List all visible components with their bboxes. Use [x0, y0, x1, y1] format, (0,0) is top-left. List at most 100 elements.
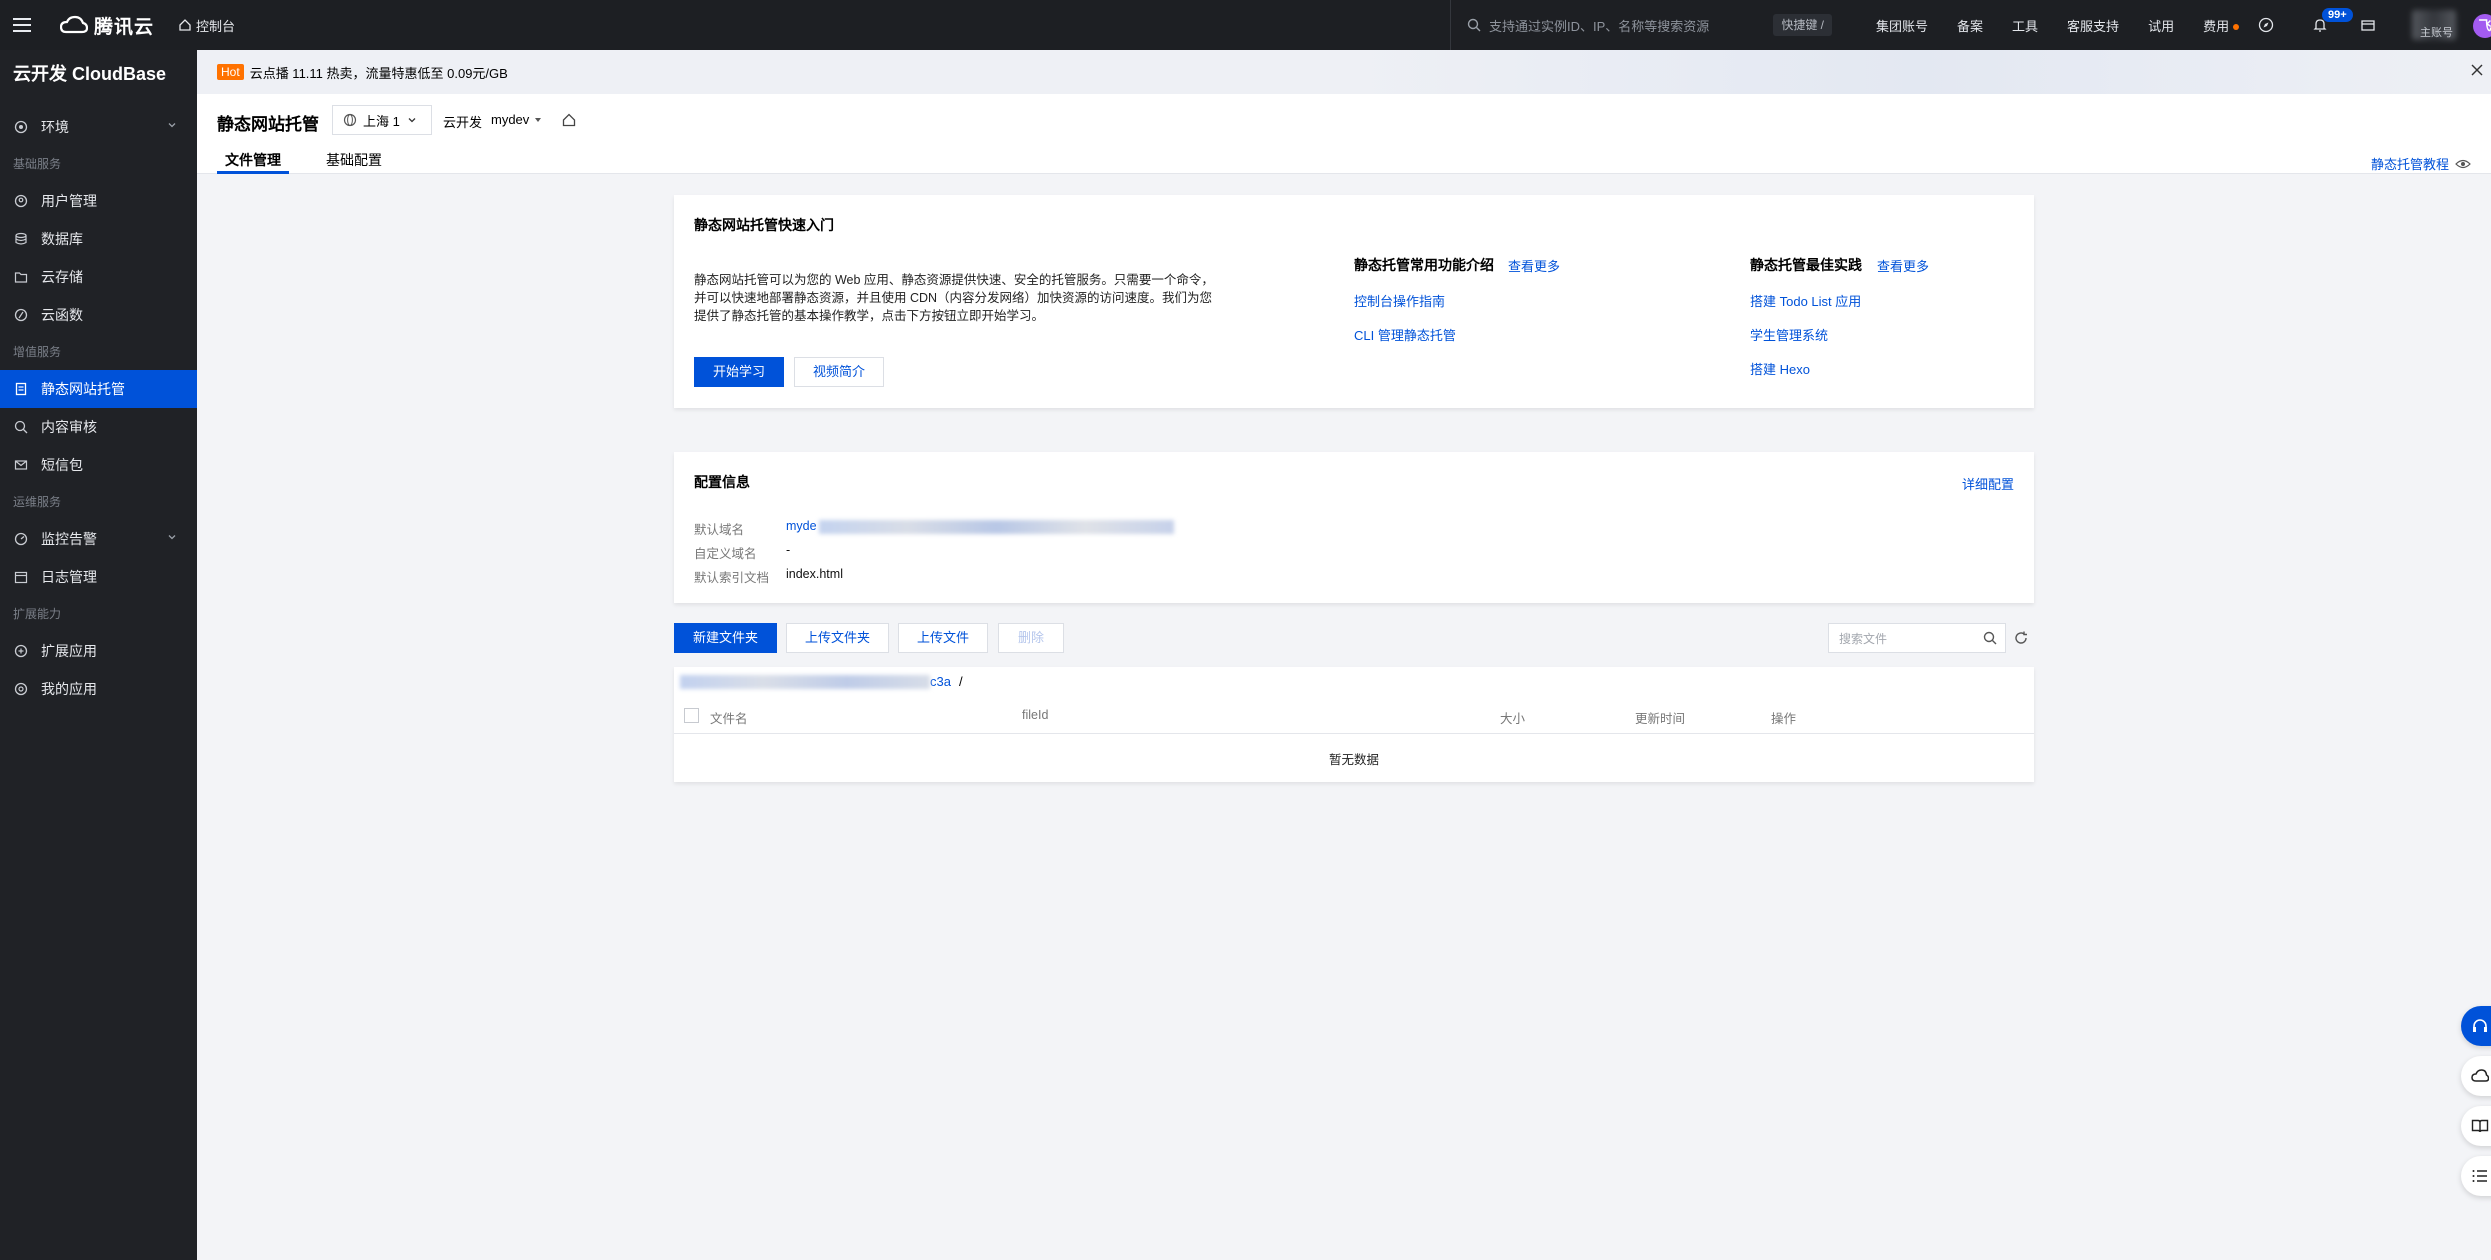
globe-icon: [343, 113, 357, 127]
cloud-icon: [2471, 1069, 2489, 1082]
select-all-checkbox[interactable]: [684, 708, 699, 723]
sidebar-item-users[interactable]: 用户管理: [0, 182, 197, 220]
index-doc-value: index.html: [786, 567, 843, 581]
path-separator: /: [958, 674, 963, 689]
float-docs-button[interactable]: [2461, 1106, 2491, 1146]
bucket-path-tail[interactable]: c3a: [930, 674, 951, 689]
features-more-link[interactable]: 查看更多: [1508, 256, 1560, 275]
float-support-button[interactable]: [2461, 1006, 2491, 1046]
sidebar-item-my-apps[interactable]: 我的应用: [0, 670, 197, 708]
hosting-tutorial-link[interactable]: 静态托管教程: [2371, 154, 2471, 173]
sidebar-item-audit[interactable]: 内容审核: [0, 408, 197, 446]
hot-badge: Hot: [217, 64, 244, 80]
mail-icon: [13, 457, 29, 473]
user-subtitle: 主账号: [2420, 27, 2453, 39]
ticket-icon[interactable]: [2360, 17, 2376, 33]
detail-config-link[interactable]: 详细配置: [1962, 474, 2014, 493]
best-practice-heading: 静态托管最佳实践: [1750, 257, 1862, 273]
file-search-placeholder: 搜索文件: [1839, 631, 1888, 646]
list-icon: [2472, 1170, 2487, 1182]
shortcut-hint[interactable]: 快捷键 /: [1773, 14, 1832, 36]
book-icon: [2471, 1119, 2489, 1133]
plus-circle-icon: [13, 643, 29, 659]
top-link-support[interactable]: 客服支持: [2067, 16, 2119, 35]
feature-link-cli[interactable]: CLI 管理静态托管: [1354, 325, 1456, 344]
col-updated: 更新时间: [1635, 712, 1686, 726]
brand-logo[interactable]: 腾讯云: [60, 12, 154, 39]
env-select[interactable]: mydev: [491, 112, 543, 127]
sidebar-item-functions[interactable]: 云函数: [0, 296, 197, 334]
float-list-button[interactable]: [2461, 1156, 2491, 1196]
sidebar-item-database[interactable]: 数据库: [0, 220, 197, 258]
top-link-trial[interactable]: 试用: [2148, 16, 2174, 35]
sidebar-title: 云开发 CloudBase: [13, 64, 167, 84]
cloud-logo-icon: [60, 15, 88, 34]
best-practice-more-link[interactable]: 查看更多: [1877, 256, 1929, 275]
page-title: 静态网站托管: [217, 115, 319, 134]
close-icon[interactable]: [2469, 62, 2485, 78]
calendar-icon: [13, 569, 29, 585]
compass-icon[interactable]: [2258, 17, 2274, 33]
start-learning-button[interactable]: 开始学习: [694, 357, 784, 387]
top-link-group-account[interactable]: 集团账号: [1876, 16, 1928, 35]
delete-button[interactable]: 删除: [998, 623, 1064, 653]
avatar[interactable]: 飞: [2473, 14, 2491, 38]
default-domain-value[interactable]: myde: [786, 519, 1174, 534]
sidebar-item-sms[interactable]: 短信包: [0, 446, 197, 484]
file-search-input[interactable]: 搜索文件: [1828, 623, 2006, 653]
sidebar-item-label: 我的应用: [41, 681, 97, 697]
custom-domain-label: 自定义域名: [694, 547, 757, 561]
headset-icon: [2473, 1019, 2487, 1032]
tab-file-management[interactable]: 文件管理: [217, 150, 289, 174]
announcement-bar[interactable]: Hot 云点播 11.11 热卖，流量特惠低至 0.09元/GB: [197, 50, 2491, 94]
region-select[interactable]: 上海 1: [332, 105, 432, 135]
best-link-hexo[interactable]: 搭建 Hexo: [1750, 359, 1810, 378]
sidebar-item-storage[interactable]: 云存储: [0, 258, 197, 296]
sidebar: 云开发 CloudBase 环境 基础服务 用户管理 数据库 云存储 云函数 增…: [0, 50, 197, 1260]
col-size: 大小: [1500, 712, 1526, 726]
database-icon: [13, 231, 29, 247]
gauge-icon: [13, 531, 29, 547]
brand-name: 腾讯云: [94, 16, 155, 38]
table-header: 文件名 fileId 大小 更新时间 操作: [674, 697, 2034, 734]
col-actions: 操作: [1771, 712, 1797, 726]
new-folder-button[interactable]: 新建文件夹: [674, 623, 777, 653]
quickstart-title: 静态网站托管快速入门: [694, 217, 834, 233]
sidebar-item-ext-apps[interactable]: 扩展应用: [0, 632, 197, 670]
home-icon[interactable]: [561, 112, 577, 128]
sidebar-item-label: 云函数: [41, 307, 83, 323]
sidebar-item-monitor[interactable]: 监控告警: [0, 520, 197, 558]
bucket-path-blurred[interactable]: [680, 674, 930, 689]
tutorial-label: 静态托管教程: [2370, 157, 2449, 172]
global-search-input[interactable]: 支持通过实例ID、IP、名称等搜索资源 快捷键 /: [1450, 0, 1838, 50]
menu-button[interactable]: [0, 0, 44, 50]
video-intro-button[interactable]: 视频简介: [794, 357, 884, 387]
features-heading: 静态托管常用功能介绍: [1354, 257, 1494, 273]
document-icon: [13, 381, 29, 397]
sidebar-group-basic: 基础服务: [13, 157, 62, 171]
console-link[interactable]: 控制台: [178, 16, 235, 35]
top-link-icp[interactable]: 备案: [1957, 16, 1983, 35]
top-link-billing[interactable]: 费用: [2203, 16, 2240, 35]
upload-file-button[interactable]: 上传文件: [898, 623, 988, 653]
sidebar-item-label: 用户管理: [41, 193, 97, 209]
custom-domain-value: -: [786, 543, 791, 557]
feature-link-console-guide[interactable]: 控制台操作指南: [1354, 291, 1445, 310]
sidebar-item-env[interactable]: 环境: [0, 108, 197, 146]
best-link-todo[interactable]: 搭建 Todo List 应用: [1750, 291, 1861, 310]
best-link-student[interactable]: 学生管理系统: [1750, 325, 1828, 344]
sidebar-item-logs[interactable]: 日志管理: [0, 558, 197, 596]
sidebar-group-ops: 运维服务: [13, 495, 62, 509]
top-links: 集团账号 备案 工具 客服支持 试用 费用: [1876, 0, 2240, 50]
upload-folder-button[interactable]: 上传文件夹: [786, 623, 889, 653]
target-icon: [13, 119, 29, 135]
billing-label: 费用: [2203, 18, 2230, 34]
col-fileid: fileId: [1022, 708, 1049, 722]
search-icon[interactable]: [1983, 631, 1997, 645]
sidebar-item-label: 云存储: [41, 269, 83, 285]
tab-basic-config[interactable]: 基础配置: [318, 150, 390, 174]
top-link-tools[interactable]: 工具: [2012, 16, 2038, 35]
refresh-icon[interactable]: [2013, 630, 2029, 646]
float-cloud-button[interactable]: [2461, 1056, 2491, 1096]
sidebar-item-hosting[interactable]: 静态网站托管: [0, 370, 197, 408]
